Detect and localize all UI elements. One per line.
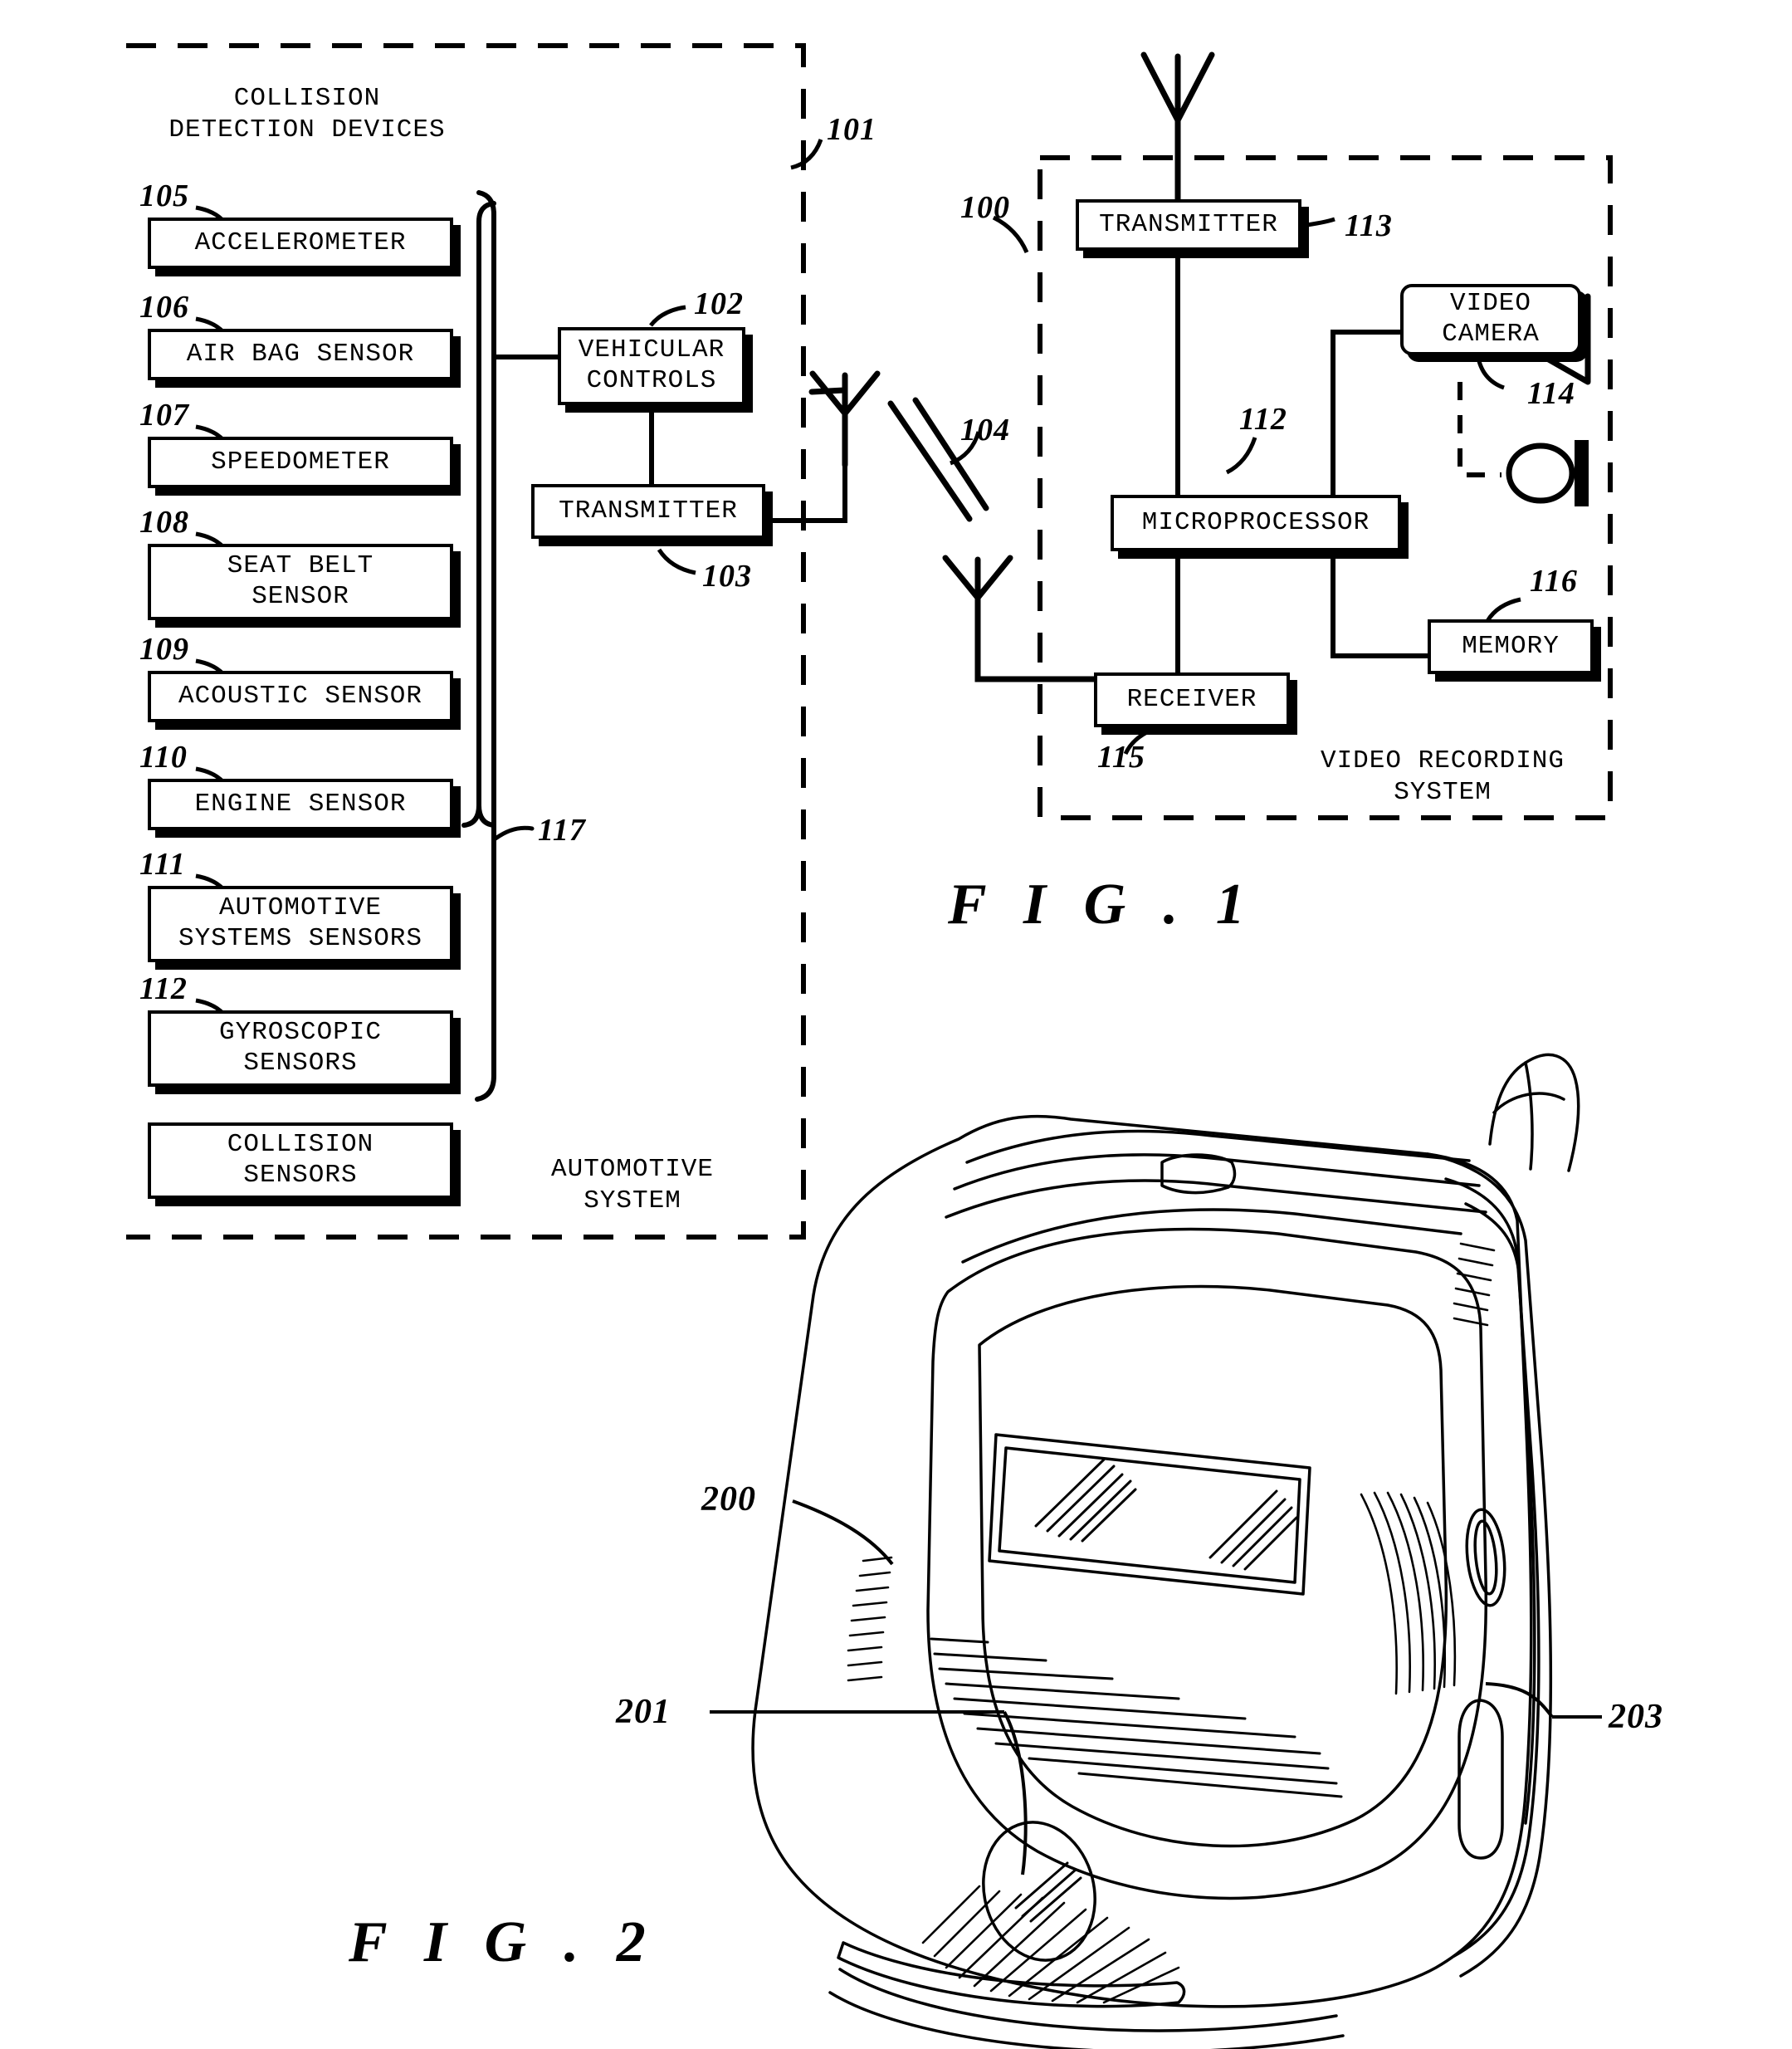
phone-chin-band-2 [828,1991,1345,2049]
sensor-box-speedometer[interactable]: SPEEDOMETER [148,437,453,488]
ref-111: 111 [139,847,186,882]
video-system-antenna [1140,51,1215,203]
collision-detection-devices-label: COLLISION DETECTION DEVICES [168,84,446,144]
ref-201-leader-2 [1003,1711,1028,1875]
phone-face-recess [926,1227,1488,1900]
microprocessor-box[interactable]: MICROPROCESSOR [1111,495,1401,551]
ref-114-leader [1475,352,1505,390]
sensor-bracket [461,201,496,828]
phone-top-right-hatch [1453,1242,1496,1327]
ref-101: 101 [827,112,876,147]
transmitter-to-antenna [764,465,847,523]
ref-109: 109 [139,632,189,667]
video-recording-system-label: VIDEO RECORDING SYSTEM [1320,746,1565,807]
phone-chin-highlight [837,1941,1186,2008]
ref-116-leader [1485,597,1521,623]
phone-lid-edge-1 [965,1129,1471,1164]
sensor-box-air-bag-sensor[interactable]: AIR BAG SENSOR [148,329,453,380]
ref-110: 110 [139,740,188,775]
phone-keypad-oval [978,1284,1448,1848]
ref-117: 117 [538,813,586,848]
ref-114: 114 [1527,376,1575,411]
phone-side-key-strip [1458,1699,1504,1860]
receiver-box[interactable]: RECEIVER [1094,672,1290,727]
figure-1-title: F I G . 1 [948,873,1257,936]
phone-antenna-stub-cap [1492,1092,1565,1114]
ref-112-microprocessor: 112 [1239,402,1287,437]
lamp-base [1575,440,1589,506]
camera-optical-dashed-path [1458,382,1501,477]
ref-106: 106 [139,290,189,325]
phone-antenna-stub [1488,1053,1580,1172]
ref-115: 115 [1097,740,1145,775]
microprocessor-to-memory [1331,552,1428,658]
ref-102-leader [649,305,686,327]
ref-113-leader [1301,217,1335,228]
vehicular-controls-box[interactable]: VEHICULAR CONTROLS [558,327,745,405]
sensor-box-gyroscopic-sensors[interactable]: GYROSCOPIC SENSORS [148,1010,453,1087]
ref-107: 107 [139,398,189,433]
ref-116: 116 [1530,564,1578,599]
ref-117-leader [493,825,535,841]
receiving-antenna [942,555,1097,682]
ref-203: 203 [1609,1698,1663,1736]
phone-lid-edge-2 [953,1153,1481,1191]
ref-112-sensor: 112 [139,971,188,1006]
ref-102: 102 [694,286,744,321]
phone-body-outline [751,1114,1533,2008]
sensor-box-collision-sensors[interactable]: COLLISION SENSORS [148,1122,453,1199]
phone-side-button-inner [1473,1519,1498,1596]
vehicle-transmitter-box[interactable]: TRANSMITTER [531,484,765,539]
phone-display-inner [998,1446,1301,1584]
ref-113: 113 [1345,208,1393,243]
ref-201: 201 [616,1693,671,1731]
phone-side-button [1465,1508,1506,1607]
ref-100: 100 [960,190,1010,225]
memory-box[interactable]: MEMORY [1428,619,1594,674]
sensor-box-accelerometer[interactable]: ACCELEROMETER [148,218,453,269]
ref-203-leader [1485,1682,1554,1719]
phone-bottom-shading [921,1885,1180,2004]
phone-right-bezel-hatch [1360,1491,1457,1695]
ref-112-micro-leader [1225,437,1257,475]
phone-lid-edge-3 [945,1179,1487,1219]
video-camera-box[interactable]: VIDEO CAMERA [1400,284,1581,355]
figure-2-title: F I G . 2 [349,1910,657,1974]
phone-side-panel-inner [1444,1177,1541,1958]
ref-200: 200 [701,1480,756,1518]
patent-drawing-sheet: COLLISION DETECTION DEVICES 105 ACCELERO… [0,0,1792,2049]
automotive-system-label: AUTOMOTIVE SYSTEM [550,1155,715,1215]
phone-left-edge-hatch [847,1556,893,1682]
ref-103: 103 [702,559,752,594]
phone-camera-lens [982,1821,1096,1962]
phone-display [988,1433,1311,1596]
lamp-bulb [1506,443,1575,504]
phone-display-glare [1034,1458,1298,1571]
phone-side-panel [1426,1152,1552,1978]
phone-side-panel-inner2 [1464,1202,1536,1825]
sensor-box-acoustic-sensor[interactable]: ACOUSTIC SENSOR [148,671,453,722]
phone-chin-band-1 [838,1968,1338,2032]
vehicle-antenna [808,370,881,468]
video-transmitter-box[interactable]: TRANSMITTER [1076,199,1301,251]
phone-antenna-stub-side [1524,1061,1534,1171]
cell-phone-drawing [751,1053,1580,2049]
phone-keypad-shading [930,1637,1343,1798]
ref-108: 108 [139,505,189,540]
sensor-box-engine-sensor[interactable]: ENGINE SENSOR [148,779,453,830]
ref-105: 105 [139,178,189,213]
ref-104: 104 [960,413,1010,447]
phone-lid-notch [1160,1153,1237,1195]
sensor-box-seat-belt-sensor[interactable]: SEAT BELT SENSOR [148,544,453,620]
ref-200-leader [792,1499,894,1566]
phone-speaker-arc [961,1208,1462,1264]
sensor-bracket-stem [475,190,496,1102]
ref-103-leader [657,548,696,575]
phone-camera-lens-glare [1014,1861,1082,1923]
sensor-box-automotive-systems-sensors[interactable]: AUTOMOTIVE SYSTEMS SENSORS [148,886,453,962]
ref-101-leader [790,139,823,170]
